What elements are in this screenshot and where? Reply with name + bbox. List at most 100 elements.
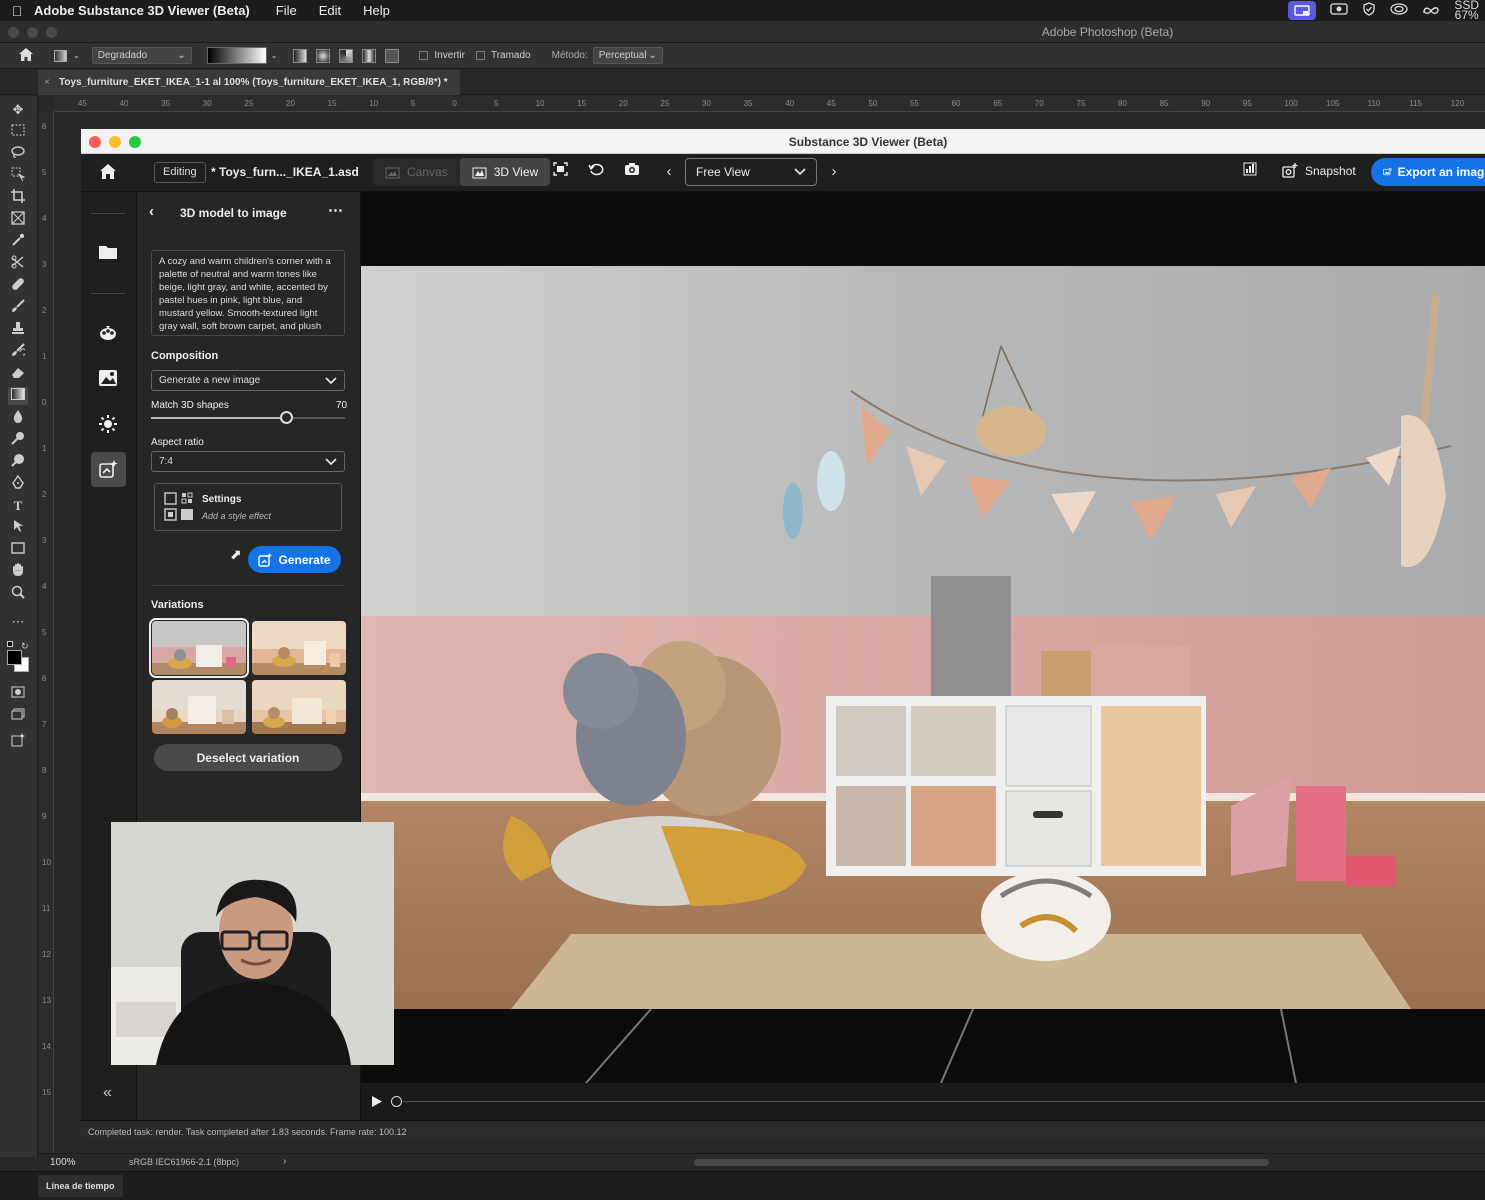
- radial-gradient-button[interactable]: [316, 48, 331, 63]
- render-settings-icon[interactable]: [1240, 162, 1260, 182]
- export-image-button[interactable]: Export an image: [1371, 158, 1485, 186]
- dodge-tool-icon[interactable]: [8, 431, 28, 449]
- materials-icon[interactable]: [98, 324, 120, 346]
- more-options-icon[interactable]: ⋯: [328, 201, 343, 219]
- reset-camera-icon[interactable]: [586, 162, 606, 182]
- shield-icon[interactable]: [1362, 2, 1376, 19]
- play-icon[interactable]: [371, 1095, 383, 1108]
- variation-thumbnail[interactable]: [252, 621, 346, 675]
- lighting-icon[interactable]: [98, 414, 120, 436]
- aspect-ratio-select[interactable]: 7:4: [151, 451, 345, 472]
- angle-gradient-button[interactable]: [339, 48, 354, 63]
- gradient-mode-select[interactable]: Degradado ⌄: [91, 47, 192, 64]
- brush-tool-icon[interactable]: [8, 299, 28, 317]
- camera-view-dropdown[interactable]: Free View: [685, 158, 817, 186]
- history-brush-icon[interactable]: [8, 343, 28, 361]
- marquee-tool-icon[interactable]: [8, 123, 28, 141]
- chevron-left-icon[interactable]: ‹: [659, 162, 679, 182]
- path-selection-icon[interactable]: [8, 519, 28, 537]
- document-tab[interactable]: × Toys_furniture_EKET_IKEA_1-1 al 100% (…: [38, 70, 460, 95]
- meta-icon[interactable]: [1422, 4, 1440, 18]
- style-settings-card[interactable]: Settings Add a style effect: [154, 483, 342, 531]
- gradient-tool-icon[interactable]: [8, 387, 28, 405]
- deselect-variation-button[interactable]: Deselect variation: [154, 744, 342, 771]
- snapshot-button[interactable]: Snapshot: [1282, 163, 1356, 178]
- variation-thumbnail[interactable]: [252, 680, 346, 734]
- environment-icon[interactable]: [98, 369, 120, 391]
- frame-tool-icon[interactable]: [8, 211, 28, 229]
- blur-tool-icon[interactable]: [8, 409, 28, 427]
- method-select[interactable]: Perceptual ⌄: [592, 47, 663, 64]
- variation-thumbnail[interactable]: [149, 618, 249, 678]
- match-3d-shapes-track[interactable]: [151, 417, 345, 419]
- healing-brush-icon[interactable]: [8, 277, 28, 295]
- object-selection-tool-icon[interactable]: [8, 167, 28, 185]
- match-3d-shapes-thumb[interactable]: [279, 411, 293, 424]
- back-chevron-icon[interactable]: ‹: [149, 204, 154, 220]
- canvas-tab[interactable]: Canvas: [373, 158, 460, 186]
- variation-thumbnail[interactable]: [152, 680, 246, 734]
- gradient-swatch[interactable]: [206, 47, 267, 64]
- eraser-tool-icon[interactable]: [8, 365, 28, 383]
- home-icon[interactable]: [99, 163, 119, 183]
- 3d-to-image-rail-button[interactable]: [91, 452, 126, 487]
- apple-menu-icon[interactable]: : [0, 3, 34, 19]
- quick-mask-icon[interactable]: [8, 685, 28, 703]
- menu-file[interactable]: File: [276, 3, 297, 18]
- color-swatches[interactable]: ↻: [7, 641, 29, 672]
- eyedropper-tool-icon[interactable]: [8, 233, 28, 251]
- frame-selection-icon[interactable]: [550, 162, 570, 182]
- foreground-color-swatch[interactable]: [7, 650, 22, 665]
- crop-tool-icon[interactable]: [8, 189, 28, 207]
- folder-icon[interactable]: [98, 244, 120, 266]
- stamp-tool-icon[interactable]: [8, 321, 28, 339]
- hand-tool-icon[interactable]: [8, 563, 28, 581]
- type-tool-icon[interactable]: T: [8, 497, 28, 515]
- rectangle-tool-icon[interactable]: [8, 541, 28, 559]
- linear-gradient-button[interactable]: [293, 48, 308, 63]
- swap-colors-icon[interactable]: ↻: [21, 641, 29, 652]
- timeline-tab[interactable]: Línea de tiempo: [38, 1175, 123, 1197]
- horizontal-ruler[interactable]: 45 40 35 30 25 20 15 10 5 0 5 10 15 20 25 30 35 40 45 50 55 6…: [54, 96, 1485, 112]
- composition-select[interactable]: Generate a new image: [151, 370, 345, 391]
- screen-mode-icon[interactable]: [8, 707, 28, 725]
- remove-tool-icon[interactable]: [8, 255, 28, 273]
- editing-chip[interactable]: Editing: [154, 162, 206, 183]
- pen-tool-icon[interactable]: [8, 474, 28, 493]
- camera-settings-icon[interactable]: [622, 162, 642, 182]
- move-tool-icon[interactable]: ✥: [8, 101, 28, 119]
- horizontal-scrollbar[interactable]: [694, 1159, 1269, 1166]
- chevron-right-icon[interactable]: ›: [283, 1156, 286, 1167]
- timeline-track[interactable]: [403, 1101, 1485, 1102]
- 3d-viewport[interactable]: [361, 192, 1485, 1120]
- menu-edit[interactable]: Edit: [319, 3, 341, 18]
- more-tools-icon[interactable]: ⋯: [8, 613, 28, 631]
- generate-button[interactable]: Generate: [248, 546, 341, 573]
- vertical-ruler[interactable]: 6 5 4 3 2 1 0 1 2 3 4 5 6 7 8 9 10 11 12 13 14 15: [38, 112, 54, 1157]
- creative-cloud-icon[interactable]: [1390, 3, 1408, 18]
- sponge-tool-icon[interactable]: [8, 453, 28, 471]
- zoom-tool-icon[interactable]: [8, 585, 28, 603]
- dither-checkbox[interactable]: [475, 51, 485, 60]
- app-menu-name[interactable]: Adobe Substance 3D Viewer (Beta): [34, 3, 250, 18]
- chevron-down-icon[interactable]: ⌄: [73, 51, 80, 60]
- default-colors-icon[interactable]: [7, 641, 13, 647]
- zoom-level[interactable]: 100%: [50, 1157, 76, 1168]
- camera-icon[interactable]: [1330, 3, 1348, 18]
- menu-help[interactable]: Help: [363, 3, 390, 18]
- timeline-scrubber[interactable]: [391, 1096, 402, 1107]
- diamond-gradient-button[interactable]: [385, 48, 400, 63]
- lasso-tool-icon[interactable]: [8, 145, 28, 163]
- screen-mirror-icon[interactable]: [1288, 1, 1317, 20]
- reflected-gradient-button[interactable]: [362, 48, 377, 63]
- home-icon[interactable]: [18, 47, 34, 65]
- generative-fill-icon[interactable]: [8, 733, 28, 751]
- close-icon[interactable]: ×: [44, 77, 50, 88]
- collapse-panel-icon[interactable]: «: [103, 1084, 112, 1102]
- gradient-tool-preset-icon[interactable]: [54, 49, 67, 62]
- prompt-textarea[interactable]: A cozy and warm children's corner with a…: [151, 250, 345, 336]
- chevron-down-icon[interactable]: ⌄: [271, 51, 278, 60]
- invert-checkbox[interactable]: [419, 51, 429, 60]
- chevron-right-icon[interactable]: ›: [824, 162, 844, 182]
- 3d-view-tab[interactable]: 3D View: [459, 158, 551, 186]
